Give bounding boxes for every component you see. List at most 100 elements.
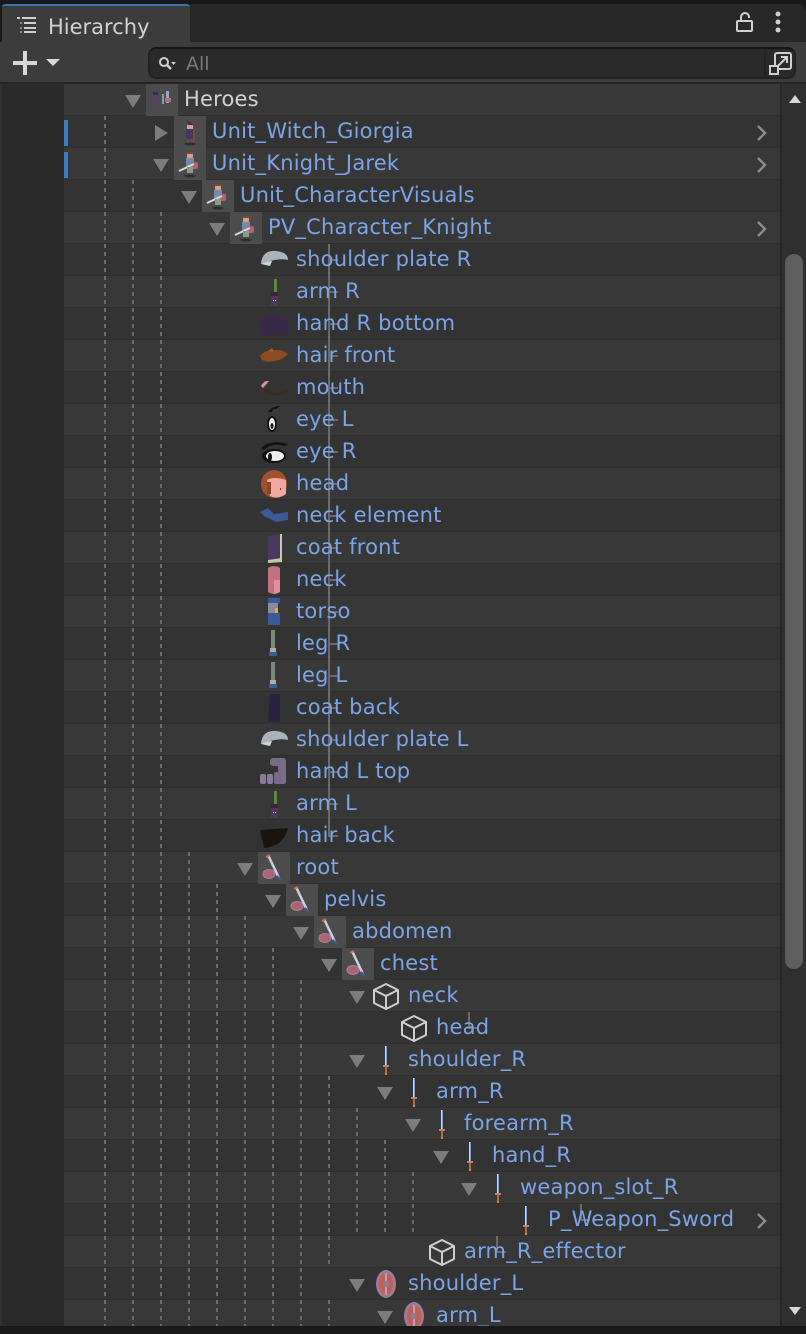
indent-guide <box>328 1204 330 1236</box>
tree-row[interactable]: PV_Character_Knight <box>64 212 780 244</box>
foldout-expanded-icon[interactable] <box>348 1053 366 1069</box>
foldout-expanded-icon[interactable] <box>264 893 282 909</box>
open-prefab-chevron-icon[interactable] <box>756 124 768 142</box>
tree-row[interactable]: Unit_Knight_Jarek <box>64 148 780 180</box>
tree-row[interactable]: eye L <box>64 404 780 436</box>
sword-icon <box>467 1142 473 1171</box>
tree-row[interactable]: forearm_R <box>64 1108 780 1140</box>
tree-row[interactable]: hand L top <box>64 756 780 788</box>
tree-row[interactable]: weapon_slot_R <box>64 1172 780 1204</box>
add-object-button[interactable] <box>10 50 66 76</box>
tree-row[interactable]: torso <box>64 596 780 628</box>
indent-guide <box>132 788 134 820</box>
vertical-scrollbar[interactable] <box>780 84 806 1326</box>
indent-guide <box>104 404 106 436</box>
tree-row[interactable]: neck <box>64 564 780 596</box>
foldout-expanded-icon[interactable] <box>124 93 142 109</box>
indent-guide <box>160 1300 162 1326</box>
tree-row[interactable]: hair front <box>64 340 780 372</box>
scroll-down-arrow-icon[interactable] <box>788 1306 802 1316</box>
foldout-expanded-icon[interactable] <box>152 157 170 173</box>
knight-sprite-icon <box>202 180 234 212</box>
gameobject-cube-icon <box>401 1015 427 1042</box>
foldout-expanded-icon[interactable] <box>432 1149 450 1165</box>
tree-row[interactable]: Heroes <box>64 84 780 116</box>
tree-row[interactable]: hand R bottom <box>64 308 780 340</box>
foldout-expanded-icon[interactable] <box>376 1085 394 1101</box>
indent-guide <box>216 916 218 948</box>
open-scene-window-icon[interactable] <box>766 49 796 77</box>
search-input[interactable] <box>186 51 756 77</box>
tree-row[interactable]: eye R <box>64 436 780 468</box>
foldout-expanded-icon[interactable] <box>376 1309 394 1325</box>
foldout-expanded-icon[interactable] <box>460 1181 478 1197</box>
tree-row[interactable]: head <box>64 1012 780 1044</box>
tree-row[interactable]: leg R <box>64 628 780 660</box>
hierarchy-tree: Heroes Unit_Witch_Giorgia Unit_Knight_Jare… <box>64 84 780 1326</box>
tree-row[interactable]: Unit_CharacterVisuals <box>64 180 780 212</box>
tree-item-label: head <box>296 471 350 495</box>
tree-row[interactable]: shoulder_L <box>64 1268 780 1300</box>
tree-row[interactable]: leg L <box>64 660 780 692</box>
caret-down-icon <box>46 59 60 66</box>
foldout-expanded-icon[interactable] <box>208 221 226 237</box>
indent-guide <box>188 884 190 916</box>
plus-icon <box>13 51 37 75</box>
indent-guide <box>104 596 106 628</box>
foldout-expanded-icon[interactable] <box>348 989 366 1005</box>
knight-sprite-icon <box>174 148 206 180</box>
tree-row[interactable]: arm_R <box>64 1076 780 1108</box>
tree-row[interactable]: P_Weapon_Sword <box>64 1204 780 1236</box>
tree-row[interactable]: abdomen <box>64 916 780 948</box>
tree-row[interactable]: head <box>64 468 780 500</box>
indent-guide <box>132 820 134 852</box>
scrollbar-thumb[interactable] <box>785 254 803 969</box>
tree-row[interactable]: chest <box>64 948 780 980</box>
indent-guide <box>300 1268 302 1300</box>
tree-item-label: Unit_CharacterVisuals <box>240 183 475 207</box>
indent-guide <box>188 1300 190 1326</box>
tree-row[interactable]: Unit_Witch_Giorgia <box>64 116 780 148</box>
more-vertical-icon[interactable] <box>772 10 784 34</box>
tree-row[interactable]: hand_R <box>64 1140 780 1172</box>
tree-row[interactable]: neck element <box>64 500 780 532</box>
tree-row[interactable]: shoulder plate R <box>64 244 780 276</box>
foldout-expanded-icon[interactable] <box>348 1277 366 1293</box>
sword-shield-icon <box>286 884 318 916</box>
open-prefab-chevron-icon[interactable] <box>756 1212 768 1230</box>
tree-row[interactable]: shoulder_R <box>64 1044 780 1076</box>
tree-row[interactable]: arm_L <box>64 1300 780 1326</box>
indent-guide <box>104 1012 106 1044</box>
shield-icon <box>404 1302 424 1326</box>
tree-row[interactable]: root <box>64 852 780 884</box>
tree-row[interactable]: coat back <box>64 692 780 724</box>
tree-row[interactable]: hair back <box>64 820 780 852</box>
tree-row[interactable]: shoulder plate L <box>64 724 780 756</box>
tree-row[interactable]: arm_R_effector <box>64 1236 780 1268</box>
foldout-expanded-icon[interactable] <box>180 189 198 205</box>
scroll-up-arrow-icon[interactable] <box>788 94 802 104</box>
tree-row[interactable]: neck <box>64 980 780 1012</box>
foldout-expanded-icon[interactable] <box>292 925 310 941</box>
tree-item-label: P_Weapon_Sword <box>548 1207 735 1231</box>
open-prefab-chevron-icon[interactable] <box>756 156 768 174</box>
indent-guide <box>104 948 106 980</box>
foldout-expanded-icon[interactable] <box>404 1117 422 1133</box>
tab-hierarchy[interactable]: Hierarchy <box>2 4 190 44</box>
search-filter-icon[interactable] <box>158 55 178 73</box>
tree-row[interactable]: pelvis <box>64 884 780 916</box>
lock-open-icon[interactable] <box>736 12 754 32</box>
open-prefab-chevron-icon[interactable] <box>756 220 768 238</box>
tree-row[interactable]: arm R <box>64 276 780 308</box>
foldout-expanded-icon[interactable] <box>236 861 254 877</box>
tree-row[interactable]: arm L <box>64 788 780 820</box>
indent-guide <box>104 308 106 340</box>
search-field[interactable] <box>148 47 796 79</box>
tree-row[interactable]: coat front <box>64 532 780 564</box>
sword-icon <box>383 1046 389 1075</box>
tree-row[interactable]: mouth <box>64 372 780 404</box>
indent-guide <box>132 1140 134 1172</box>
foldout-expanded-icon[interactable] <box>320 957 338 973</box>
sword-icon <box>439 1110 445 1139</box>
foldout-collapsed-icon[interactable] <box>152 125 170 141</box>
